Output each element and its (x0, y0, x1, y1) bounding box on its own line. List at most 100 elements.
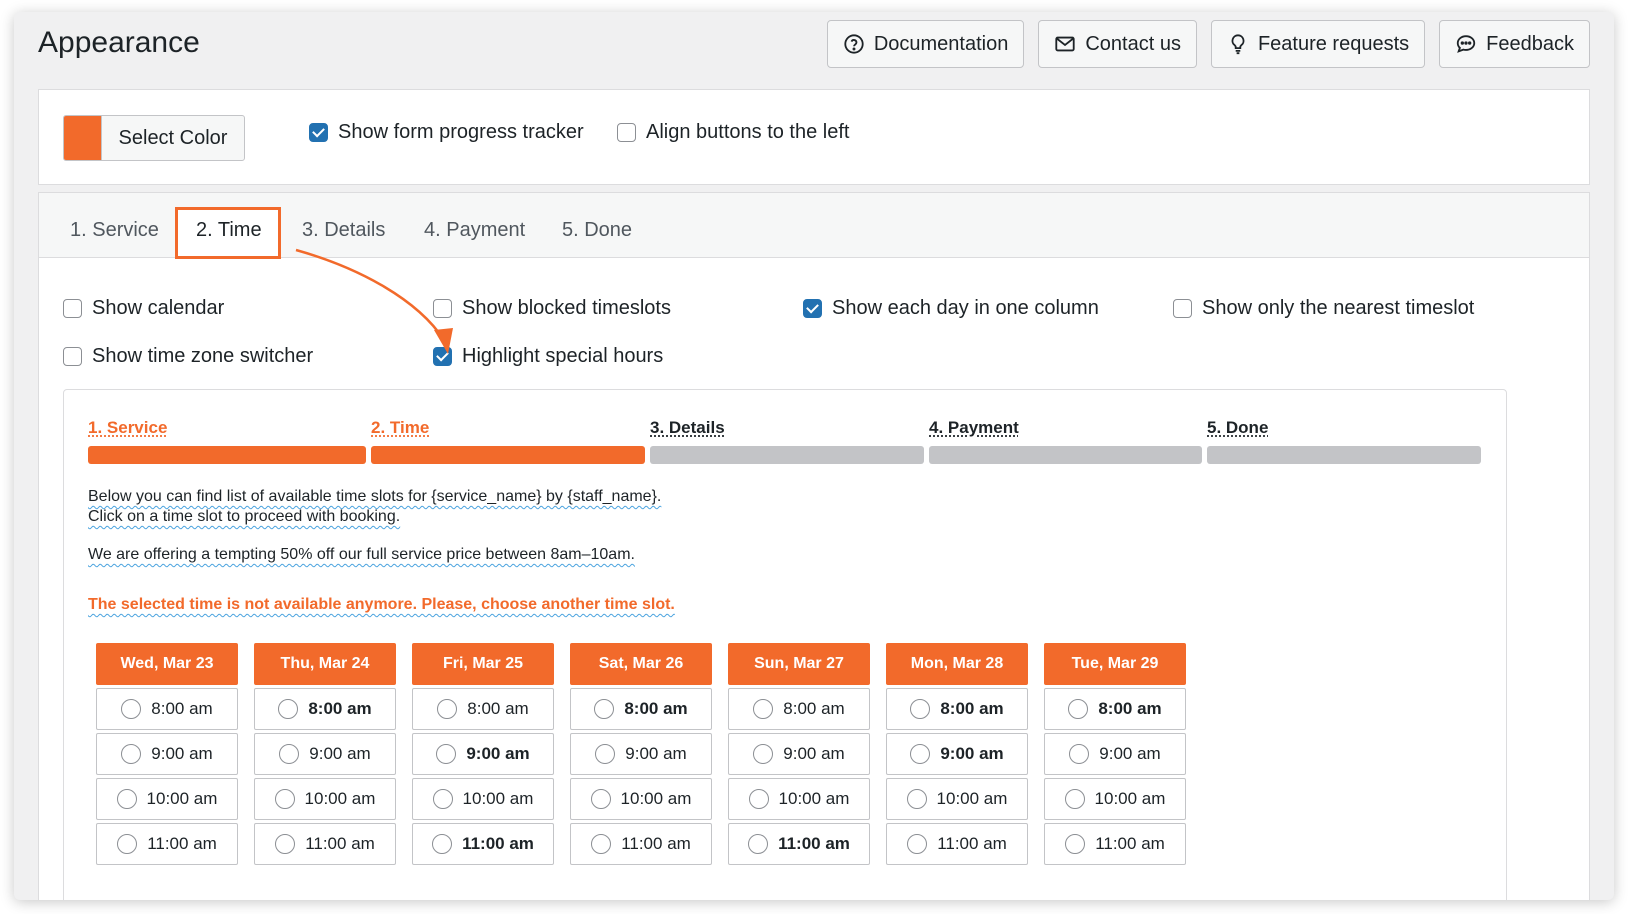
progress-step-service: 1. Service (88, 418, 168, 437)
tab-time[interactable]: 2. Time (196, 219, 262, 242)
time-slot-radio[interactable] (116, 789, 137, 809)
time-slot-radio[interactable] (910, 699, 931, 719)
show-progress-tracker-label: Show form progress tracker (338, 121, 584, 143)
day-header: Thu, Mar 24 (254, 643, 396, 685)
tab-done[interactable]: 5. Done (562, 219, 632, 242)
time-slot-radio[interactable] (748, 789, 769, 809)
time-slot-radio[interactable] (275, 834, 296, 854)
time-slot-button[interactable]: 8:00 am (886, 688, 1028, 730)
time-slot-button[interactable]: 11:00 am (728, 823, 870, 865)
time-slot-radio[interactable] (906, 789, 927, 809)
time-slot-radio[interactable] (591, 834, 612, 854)
time-slot-label: 11:00 am (778, 834, 850, 853)
time-slot-radio[interactable] (274, 789, 295, 809)
time-slot-button[interactable]: 10:00 am (254, 778, 396, 820)
time-slot-button[interactable]: 11:00 am (254, 823, 396, 865)
time-slot-button[interactable]: 10:00 am (570, 778, 712, 820)
time-slot-radio[interactable] (907, 834, 928, 854)
align-buttons-left-option[interactable]: Align buttons to the left (617, 121, 849, 144)
show-each-day-one-column-checkbox[interactable] (803, 299, 822, 318)
show-blocked-timeslots-option[interactable]: Show blocked timeslots (433, 297, 671, 320)
day-header: Wed, Mar 23 (96, 643, 238, 685)
show-progress-tracker-option[interactable]: Show form progress tracker (309, 121, 584, 144)
info-text-line2: Click on a time slot to proceed with boo… (88, 508, 401, 525)
show-timezone-switcher-option[interactable]: Show time zone switcher (63, 345, 313, 368)
time-slot-radio[interactable] (117, 834, 138, 854)
highlight-special-hours-checkbox[interactable] (433, 347, 452, 366)
align-buttons-left-checkbox[interactable] (617, 123, 636, 142)
time-slot-button[interactable]: 8:00 am (412, 688, 554, 730)
time-slot-button[interactable]: 11:00 am (1044, 823, 1186, 865)
time-slot-radio[interactable] (278, 699, 299, 719)
tab-service[interactable]: 1. Service (70, 219, 159, 242)
time-slot-button[interactable]: 9:00 am (728, 733, 870, 775)
time-slot-button[interactable]: 9:00 am (412, 733, 554, 775)
time-slot-button[interactable]: 10:00 am (1044, 778, 1186, 820)
time-slot-button[interactable]: 8:00 am (96, 688, 238, 730)
day-header: Sat, Mar 26 (570, 643, 712, 685)
show-progress-tracker-checkbox[interactable] (309, 123, 328, 142)
time-slot-radio[interactable] (590, 789, 611, 809)
time-slot-button[interactable]: 10:00 am (96, 778, 238, 820)
feature-requests-button[interactable]: Feature requests (1210, 20, 1426, 68)
show-blocked-timeslots-checkbox[interactable] (433, 299, 452, 318)
show-nearest-timeslot-checkbox[interactable] (1173, 299, 1192, 318)
progress-bar-payment (929, 446, 1202, 464)
time-slot-button[interactable]: 9:00 am (1044, 733, 1186, 775)
time-slot-button[interactable]: 9:00 am (570, 733, 712, 775)
progress-bar-details (650, 446, 924, 464)
time-slot-radio[interactable] (432, 834, 453, 854)
select-color-button[interactable]: Select Color (63, 115, 245, 161)
time-slot-button[interactable]: 8:00 am (570, 688, 712, 730)
contact-us-label: Contact us (1085, 32, 1181, 55)
tab-details[interactable]: 3. Details (302, 219, 385, 242)
time-slot-radio[interactable] (753, 699, 774, 719)
time-slot-button[interactable]: 10:00 am (886, 778, 1028, 820)
documentation-button[interactable]: Documentation (826, 20, 1025, 68)
time-slot-radio[interactable] (594, 699, 615, 719)
time-slot-radio[interactable] (279, 744, 300, 764)
time-slot-radio[interactable] (1069, 744, 1090, 764)
time-slot-radio[interactable] (121, 744, 142, 764)
progress-bar-time (371, 446, 645, 464)
tab-payment[interactable]: 4. Payment (424, 219, 525, 242)
time-slot-button[interactable]: 8:00 am (254, 688, 396, 730)
time-slot-button[interactable]: 9:00 am (254, 733, 396, 775)
time-slot-radio[interactable] (748, 834, 769, 854)
time-slot-radio[interactable] (1065, 834, 1086, 854)
documentation-label: Documentation (873, 32, 1009, 55)
booking-form-preview: 1. Service 2. Time 3. Details 4. Payment… (63, 389, 1507, 900)
time-slot-button[interactable]: 8:00 am (1044, 688, 1186, 730)
time-slot-radio[interactable] (1064, 789, 1085, 809)
time-slot-radio[interactable] (121, 699, 142, 719)
time-slot-button[interactable]: 11:00 am (886, 823, 1028, 865)
time-slot-button[interactable]: 11:00 am (412, 823, 554, 865)
time-slot-button[interactable]: 9:00 am (886, 733, 1028, 775)
feedback-button[interactable]: Feedback (1439, 20, 1590, 68)
day-header: Mon, Mar 28 (886, 643, 1028, 685)
time-slot-radio[interactable] (753, 744, 774, 764)
time-slot-button[interactable]: 8:00 am (728, 688, 870, 730)
time-slot-radio[interactable] (910, 744, 931, 764)
show-timezone-switcher-checkbox[interactable] (63, 347, 82, 366)
show-calendar-checkbox[interactable] (63, 299, 82, 318)
highlight-special-hours-option[interactable]: Highlight special hours (433, 345, 663, 368)
show-nearest-timeslot-option[interactable]: Show only the nearest timeslot (1173, 297, 1474, 320)
time-slot-radio[interactable] (1068, 699, 1089, 719)
show-calendar-option[interactable]: Show calendar (63, 297, 224, 320)
time-slot-radio[interactable] (436, 744, 457, 764)
progress-step-time: 2. Time (371, 418, 430, 437)
general-settings-panel: Select Color Show form progress tracker … (38, 89, 1590, 185)
info-text-line1: Below you can find list of available tim… (88, 488, 662, 505)
time-slot-radio[interactable] (595, 744, 616, 764)
time-slot-button[interactable]: 9:00 am (96, 733, 238, 775)
time-slot-button[interactable]: 11:00 am (96, 823, 238, 865)
show-each-day-one-column-option[interactable]: Show each day in one column (803, 297, 1099, 320)
time-slot-button[interactable]: 10:00 am (412, 778, 554, 820)
time-slot-radio[interactable] (437, 699, 458, 719)
contact-us-button[interactable]: Contact us (1038, 20, 1197, 68)
day-column: Sun, Mar 27 8:00 am 9:00 am 10:00 am 11:00 a… (728, 643, 870, 865)
time-slot-button[interactable]: 10:00 am (728, 778, 870, 820)
time-slot-button[interactable]: 11:00 am (570, 823, 712, 865)
time-slot-radio[interactable] (432, 789, 453, 809)
